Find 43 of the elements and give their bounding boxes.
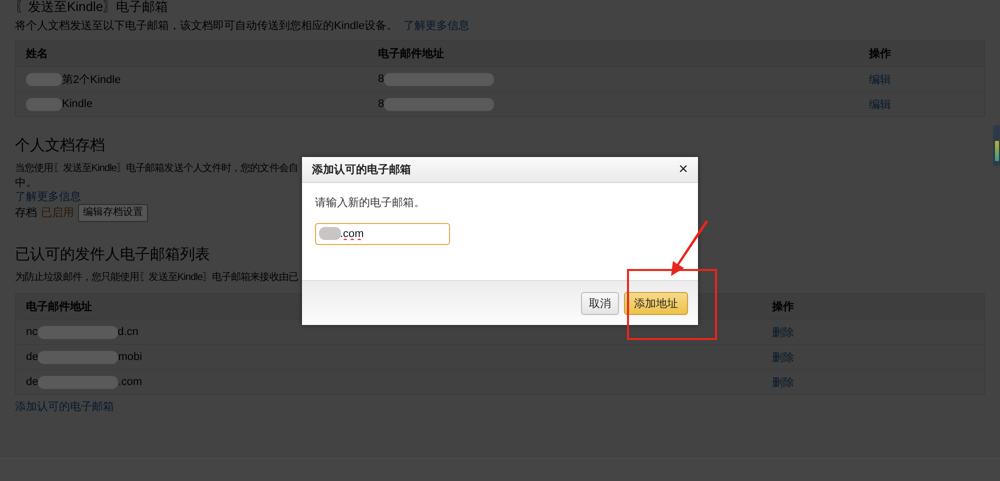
table-cell: d.cn (118, 326, 138, 338)
column-header: 电子邮件地址 (378, 46, 444, 61)
prompt-text: 请输入新的电子邮箱。 (315, 196, 426, 210)
description-text: 为防止垃圾邮件，您只能使用〖发送至Kindle〗电子邮箱来接收由已 (15, 271, 298, 285)
side-panel-icon[interactable] (993, 125, 1000, 166)
learn-more-link[interactable]: 了解更多信息 (15, 191, 81, 203)
table-cell: de (26, 351, 38, 363)
dialog-title: 添加认可的电子邮箱 (312, 162, 411, 177)
table-cell: nc (26, 326, 38, 338)
table-cell: 8 (378, 98, 384, 110)
table-cell: .com (118, 376, 142, 388)
add-address-button[interactable]: 添加地址 (624, 292, 688, 314)
status-text: 已启用 (41, 206, 74, 220)
table-cell: 8 (378, 73, 384, 85)
section-heading: 〖发送至Kindle〗电子邮箱 (15, 0, 170, 14)
edit-link[interactable]: 编辑 (869, 72, 891, 86)
delete-link[interactable]: 删除 (772, 350, 794, 364)
close-button[interactable]: × (676, 162, 690, 178)
delete-link[interactable]: 删除 (772, 374, 794, 390)
delete-link[interactable]: 删除 (772, 324, 794, 340)
description-text: 中。 (15, 176, 38, 190)
email-field[interactable]: .com (315, 223, 450, 245)
table-cell: Kindle (62, 98, 93, 110)
column-header: 电子邮件地址 (26, 300, 92, 314)
redaction-blur (319, 227, 341, 240)
redaction-blur (26, 72, 62, 86)
section-heading: 个人文档存档 (15, 137, 106, 154)
table-cell: mobi (118, 351, 142, 363)
table-cell: de (26, 376, 38, 388)
add-email-link[interactable]: 添加认可的电子邮箱 (15, 401, 114, 413)
description-text: 将个人文档发送至以下电子邮箱，该文档即可自动传送到您相应的Kindle设备。 (15, 20, 398, 32)
table-cell-text: 第2个Kindle (62, 72, 121, 86)
description-text: 当您使用〖发送至Kindle〗电子邮箱发送个人文件时，您的文件会自 (15, 162, 298, 176)
redaction-blur (26, 98, 62, 110)
cancel-button[interactable]: 取消 (581, 292, 619, 314)
archive-label: 存档 (15, 206, 37, 220)
column-header: 操作 (869, 47, 891, 61)
column-header: 操作 (772, 300, 794, 314)
section-heading: 已认可的发件人电子邮箱列表 (15, 246, 211, 263)
edit-archive-button[interactable]: 编辑存档设置 (78, 204, 148, 222)
column-header: 姓名 (26, 46, 48, 61)
edit-link[interactable]: 编辑 (869, 96, 891, 112)
learn-more-link[interactable]: 了解更多信息 (404, 20, 470, 32)
